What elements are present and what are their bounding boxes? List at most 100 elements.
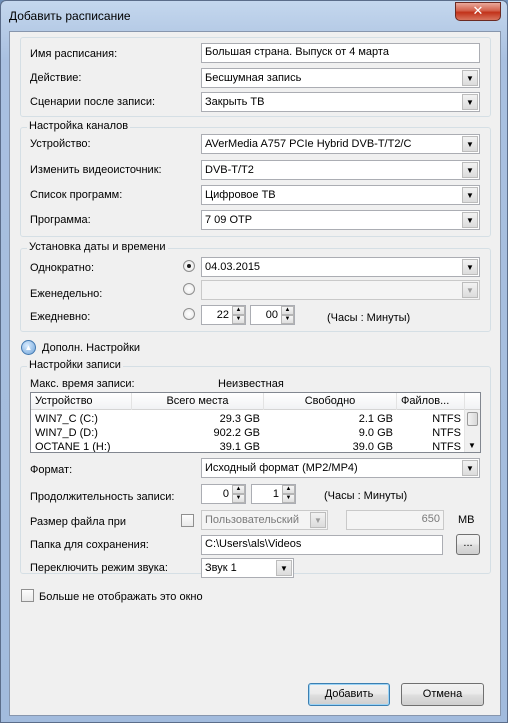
source-label: Изменить видеоисточник: — [30, 164, 162, 176]
chevron-down-icon[interactable]: ▼ — [462, 187, 478, 203]
add-button[interactable]: Добавить — [308, 683, 390, 706]
once-date-value: 04.03.2015 — [205, 261, 261, 273]
close-icon: ✕ — [472, 3, 484, 18]
drive-free: 39.0 GB — [352, 441, 393, 453]
chevron-down-icon[interactable]: ▼ — [462, 460, 478, 476]
spin-down-icon[interactable]: ▼ — [232, 315, 245, 324]
device-select[interactable]: AVerMedia A757 PCIe Hybrid DVB-T/T2/C ▼ — [201, 134, 480, 154]
drive-fs: NTFS — [432, 413, 461, 425]
spin-up-icon[interactable]: ▲ — [232, 306, 245, 315]
duration-minutes-stepper[interactable]: ▲ ▼ — [282, 485, 295, 503]
scroll-down-icon[interactable]: ▼ — [468, 441, 476, 450]
program-list-select[interactable]: Цифровое ТВ ▼ — [201, 185, 480, 205]
drive-name: OCTANE 1 (H:) — [35, 441, 111, 453]
scroll-thumb[interactable] — [467, 412, 478, 426]
daily-minutes-stepper[interactable]: ▲ ▼ — [281, 306, 294, 324]
file-size-mode-value: Пользовательский — [205, 514, 299, 526]
collapse-icon[interactable]: ▲ — [21, 340, 36, 355]
column-header-free[interactable]: Свободно — [264, 393, 397, 410]
drive-free: 9.0 GB — [358, 427, 393, 439]
chevron-down-icon[interactable]: ▼ — [462, 162, 478, 178]
title-bar[interactable]: Добавить расписание ✕ — [1, 1, 507, 31]
max-time-label: Макс. время записи: — [30, 378, 135, 390]
after-record-select[interactable]: Закрыть ТВ ▼ — [201, 92, 480, 112]
column-header-device[interactable]: Устройство — [31, 393, 132, 410]
once-radio[interactable] — [183, 260, 195, 272]
drive-name: WIN7_C (C:) — [35, 413, 98, 425]
spin-down-icon[interactable]: ▼ — [282, 494, 295, 503]
program-label: Программа: — [30, 214, 91, 226]
spin-up-icon[interactable]: ▲ — [232, 485, 245, 494]
format-select[interactable]: Исходный формат (MP2/MP4) ▼ — [201, 458, 480, 478]
duration-label: Продолжительность записи: — [30, 491, 175, 503]
daily-label: Ежедневно: — [30, 311, 91, 323]
chevron-down-icon[interactable]: ▼ — [462, 136, 478, 152]
daily-radio[interactable] — [183, 308, 195, 320]
chevron-down-icon[interactable]: ▼ — [276, 560, 292, 576]
schedule-name-input[interactable]: Большая страна. Выпуск от 4 марта — [201, 43, 480, 63]
program-select[interactable]: 7 09 ОТР ▼ — [201, 210, 480, 230]
action-label: Действие: — [30, 72, 82, 84]
audio-mode-value: Звук 1 — [205, 562, 237, 574]
chevron-down-icon[interactable]: ▼ — [462, 70, 478, 86]
table-row[interactable]: WIN7_C (C:) 29.3 GB 2.1 GB NTFS — [31, 412, 480, 426]
dialog-client-area: Имя расписания: Большая страна. Выпуск о… — [9, 31, 501, 716]
once-date-select[interactable]: 04.03.2015 ▼ — [201, 257, 480, 277]
action-select[interactable]: Бесшумная запись ▼ — [201, 68, 480, 88]
window-title: Добавить расписание — [9, 9, 131, 23]
drive-name: WIN7_D (D:) — [35, 427, 98, 439]
weekly-label: Еженедельно: — [30, 288, 103, 300]
folder-label: Папка для сохранения: — [30, 539, 149, 551]
cancel-button[interactable]: Отмена — [401, 683, 484, 706]
file-size-checkbox[interactable] — [181, 514, 194, 527]
file-size-unit: MB — [458, 514, 475, 526]
browse-folder-button[interactable]: ... — [456, 534, 480, 555]
spin-down-icon[interactable]: ▼ — [281, 315, 294, 324]
folder-path-input[interactable]: C:\Users\als\Videos — [201, 535, 443, 555]
chevron-down-icon[interactable]: ▼ — [462, 94, 478, 110]
advanced-settings-toggle[interactable]: Дополн. Настройки — [42, 342, 140, 354]
drives-table-header: Устройство Всего места Свободно Файлов..… — [31, 393, 480, 410]
audio-mode-select[interactable]: Звук 1 ▼ — [201, 558, 294, 578]
spin-up-icon[interactable]: ▲ — [282, 485, 295, 494]
program-list-label: Список программ: — [30, 189, 123, 201]
source-select[interactable]: DVB-T/T2 ▼ — [201, 160, 480, 180]
format-label: Формат: — [30, 464, 73, 476]
daily-hours-stepper[interactable]: ▲ ▼ — [232, 306, 245, 324]
chevron-down-icon[interactable]: ▼ — [462, 212, 478, 228]
table-row[interactable]: WIN7_D (D:) 902.2 GB 9.0 GB NTFS — [31, 426, 480, 440]
program-list-value: Цифровое ТВ — [205, 189, 276, 201]
spin-up-icon[interactable]: ▲ — [281, 306, 294, 315]
close-button[interactable]: ✕ — [455, 2, 501, 21]
drives-table: Устройство Всего места Свободно Файлов..… — [30, 392, 481, 453]
dont-show-checkbox[interactable] — [21, 589, 34, 602]
device-label: Устройство: — [30, 138, 91, 150]
schedule-name-label: Имя расписания: — [30, 48, 118, 60]
drive-fs: NTFS — [432, 441, 461, 453]
chevron-down-icon: ▼ — [462, 282, 478, 298]
file-size-label: Размер файла при — [30, 516, 126, 528]
duration-hours-stepper[interactable]: ▲ ▼ — [232, 485, 245, 503]
table-row[interactable]: OCTANE 1 (H:) 39.1 GB 39.0 GB NTFS — [31, 440, 480, 453]
after-record-value: Закрыть ТВ — [205, 96, 265, 108]
drive-free: 2.1 GB — [358, 413, 393, 425]
channels-group-title: Настройка каналов — [27, 120, 131, 132]
drive-fs: NTFS — [432, 427, 461, 439]
datetime-group-title: Установка даты и времени — [27, 241, 168, 253]
drive-total: 902.2 GB — [213, 427, 260, 439]
weekly-radio[interactable] — [183, 283, 195, 295]
duration-hint: (Часы : Минуты) — [324, 490, 408, 502]
weekly-day-select[interactable]: ▼ — [201, 280, 480, 300]
file-size-mode-select[interactable]: Пользовательский ▼ — [201, 510, 328, 530]
column-header-total[interactable]: Всего места — [132, 393, 264, 410]
after-record-label: Сценарии после записи: — [30, 96, 156, 108]
drive-total: 39.1 GB — [219, 441, 260, 453]
drives-scrollbar[interactable]: ▼ — [464, 410, 480, 452]
chevron-down-icon[interactable]: ▼ — [462, 259, 478, 275]
file-size-input[interactable]: 650 — [346, 510, 444, 530]
column-header-filesystem[interactable]: Файлов... — [397, 393, 465, 410]
device-value: AVerMedia A757 PCIe Hybrid DVB-T/T2/C — [205, 138, 412, 150]
spin-down-icon[interactable]: ▼ — [232, 494, 245, 503]
action-value: Бесшумная запись — [205, 72, 302, 84]
once-label: Однократно: — [30, 262, 95, 274]
